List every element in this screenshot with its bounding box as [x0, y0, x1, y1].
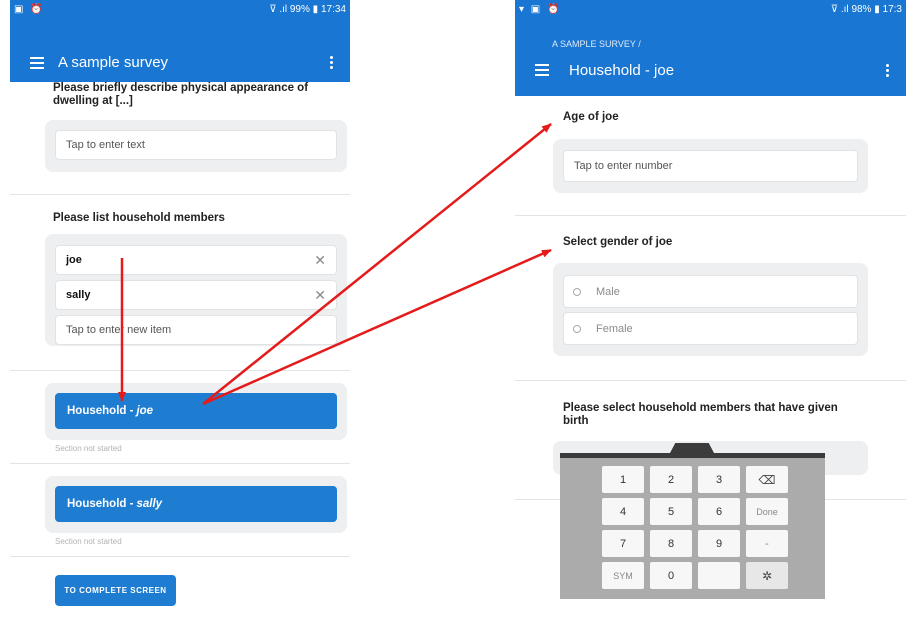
- key-0[interactable]: 0: [650, 562, 692, 589]
- page-title: Household - joe: [569, 62, 675, 79]
- notification-icons: ▣ ⏰: [14, 4, 45, 15]
- birth-question-label: Please select household members that hav…: [563, 402, 838, 427]
- minus-key[interactable]: -: [746, 530, 788, 557]
- space-key[interactable]: [698, 562, 740, 589]
- more-options-icon[interactable]: [886, 64, 890, 79]
- status-indicators: ⊽ .ıl 98% ▮ 17:3: [831, 4, 902, 15]
- section-joe-button[interactable]: Household - joe: [55, 393, 337, 429]
- section-joe-status: Section not started: [55, 444, 122, 453]
- section-sally-button[interactable]: Household - sally: [55, 486, 337, 522]
- backspace-icon[interactable]: ⌫: [746, 466, 788, 493]
- key-6[interactable]: 6: [698, 498, 740, 525]
- option-label: Female: [596, 322, 633, 335]
- members-question-label: Please list household members: [53, 212, 225, 224]
- divider: [10, 556, 350, 557]
- battery-icon: ▮: [874, 4, 880, 15]
- signal-icon: .ıl: [840, 4, 849, 15]
- divider: [515, 215, 906, 216]
- sym-key[interactable]: SYM: [602, 562, 644, 589]
- complete-screen-button[interactable]: TO COMPLETE SCREEN: [55, 575, 176, 606]
- status-bar: ▾ ▣ ⏰ ⊽ .ıl 98% ▮ 17:3: [515, 0, 906, 20]
- member-name: sally: [66, 289, 91, 301]
- member-item[interactable]: sally ✕: [55, 280, 337, 310]
- age-question-label: Age of joe: [563, 111, 619, 123]
- divider: [10, 463, 350, 464]
- page-title: A sample survey: [58, 54, 169, 71]
- clear-icon[interactable]: ✕: [314, 252, 326, 269]
- clear-icon[interactable]: ✕: [314, 287, 326, 304]
- app-bar: A SAMPLE SURVEY / Household - joe: [515, 20, 906, 96]
- app-bar: A sample survey: [10, 20, 350, 82]
- age-number-input[interactable]: Tap to enter number: [563, 150, 858, 182]
- keyboard-top-bar: [560, 453, 825, 458]
- key-9[interactable]: 9: [698, 530, 740, 557]
- gear-icon[interactable]: ✲: [746, 562, 788, 589]
- key-1[interactable]: 1: [602, 466, 644, 493]
- wifi-icon: ⊽: [830, 4, 839, 15]
- clock: 17:34: [320, 4, 346, 15]
- divider: [10, 194, 350, 195]
- radio-button-icon: [573, 287, 581, 296]
- status-bar: ▣ ⏰ ⊽ .ıl 99% ▮ 17:34: [10, 0, 350, 20]
- section-sally-status: Section not started: [55, 537, 122, 546]
- notification-icons: ▾ ▣ ⏰: [519, 4, 562, 15]
- gender-option-male[interactable]: Male: [563, 275, 858, 308]
- numeric-keyboard: 1 2 3 ⌫ 4 5 6 Done 7 8 9 - SYM 0 ✲: [560, 453, 825, 599]
- gender-option-female[interactable]: Female: [563, 312, 858, 345]
- battery-level: 99%: [289, 4, 310, 15]
- battery-icon: ▮: [312, 4, 319, 15]
- section-member-name: joe: [136, 405, 154, 417]
- key-5[interactable]: 5: [650, 498, 692, 525]
- survey-screen-left: ▣ ⏰ ⊽ .ıl 99% ▮ 17:34 A sample survey Pl…: [10, 0, 350, 628]
- status-indicators: ⊽ .ıl 99% ▮ 17:34: [269, 4, 346, 15]
- divider: [515, 380, 906, 381]
- member-item[interactable]: joe ✕: [55, 245, 337, 275]
- dwelling-text-input[interactable]: Tap to enter text: [55, 130, 337, 160]
- menu-icon[interactable]: [535, 64, 549, 76]
- key-8[interactable]: 8: [650, 530, 692, 557]
- signal-icon: .ıl: [279, 4, 288, 15]
- clock: 17:3: [882, 4, 902, 15]
- more-options-icon[interactable]: [330, 56, 334, 71]
- battery-level: 98%: [851, 4, 872, 15]
- wifi-icon: ⊽: [269, 4, 277, 15]
- divider: [10, 370, 350, 371]
- radio-button-icon: [573, 324, 581, 333]
- gender-question-label: Select gender of joe: [563, 236, 673, 248]
- member-name: joe: [66, 254, 82, 266]
- dwelling-question-label: Please briefly describe physical appeara…: [53, 82, 309, 107]
- option-label: Male: [596, 285, 620, 298]
- survey-screen-right: ▾ ▣ ⏰ ⊽ .ıl 98% ▮ 17:3 A SAMPLE SURVEY /…: [515, 0, 906, 644]
- keyboard-handle[interactable]: [670, 443, 714, 453]
- breadcrumb[interactable]: A SAMPLE SURVEY /: [552, 39, 641, 49]
- menu-icon[interactable]: [30, 57, 44, 69]
- key-2[interactable]: 2: [650, 466, 692, 493]
- key-7[interactable]: 7: [602, 530, 644, 557]
- done-key[interactable]: Done: [746, 498, 788, 525]
- section-member-name: sally: [136, 498, 163, 510]
- key-4[interactable]: 4: [602, 498, 644, 525]
- section-label: Household -: [67, 405, 134, 417]
- new-member-input[interactable]: Tap to enter new item: [55, 315, 337, 345]
- key-3[interactable]: 3: [698, 466, 740, 493]
- section-label: Household -: [67, 498, 134, 510]
